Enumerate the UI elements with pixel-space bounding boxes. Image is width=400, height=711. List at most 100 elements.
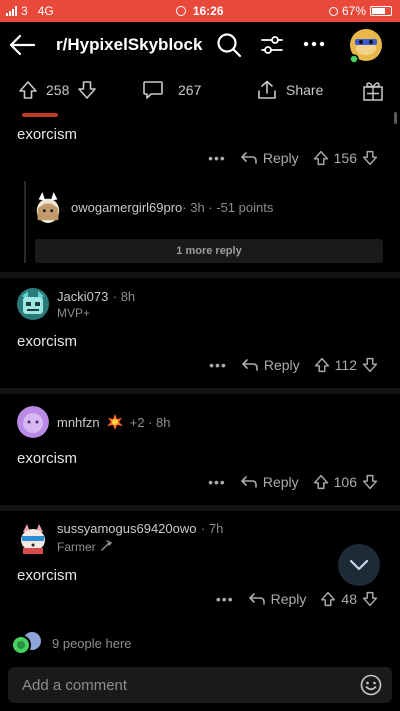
- battery-percent: 67%: [341, 4, 366, 18]
- share-button[interactable]: Share: [256, 80, 323, 100]
- reply-label: Reply: [262, 150, 299, 166]
- comment-score: 112: [334, 357, 357, 373]
- comment-divider: [0, 272, 400, 278]
- share-icon: [258, 80, 276, 99]
- post-action-bar: 258 267 Share: [0, 70, 400, 110]
- comment-user-row[interactable]: mnhfzn +2 · 8h: [17, 406, 170, 438]
- people-here-label: 9 people here: [52, 635, 132, 651]
- thread-line[interactable]: [24, 181, 26, 263]
- comment-meta: · 8h: [112, 289, 136, 304]
- comment-user-row[interactable]: Jacki073 · 8h MVP+: [17, 288, 135, 320]
- comment-bubble-icon: [143, 81, 163, 99]
- more-options-icon[interactable]: •••: [208, 474, 226, 490]
- comment-vote-group: 48: [320, 591, 378, 607]
- comment-body: exorcism: [17, 567, 78, 584]
- reply-meta: · 3h · -51 points: [182, 199, 274, 215]
- add-comment-input[interactable]: [22, 675, 342, 695]
- status-time: 16:26: [192, 4, 224, 18]
- comment-actions: ••• Reply 106: [208, 474, 378, 490]
- comment-username[interactable]: Jacki073: [57, 289, 108, 304]
- comment-body: exorcism: [17, 450, 78, 467]
- award-button[interactable]: [362, 80, 384, 102]
- user-flair: Farmer: [57, 540, 96, 554]
- subreddit-title[interactable]: r/HypixelSkyblock: [56, 35, 202, 55]
- more-replies-button[interactable]: 1 more reply: [35, 239, 383, 263]
- comment-meta: · 7h: [200, 521, 224, 536]
- search-icon[interactable]: [216, 32, 242, 58]
- reply-username[interactable]: owogamergirl69pro: [71, 200, 182, 215]
- status-bar: 3 4G 16:26 67%: [0, 0, 400, 22]
- reply-button[interactable]: Reply: [240, 474, 299, 490]
- more-options-icon[interactable]: [303, 41, 325, 47]
- scroll-indicator[interactable]: [394, 112, 397, 124]
- downvote-icon[interactable]: [362, 591, 378, 607]
- location-icon: [176, 6, 187, 16]
- post-comments-button[interactable]: 267: [142, 80, 201, 100]
- hoe-flair-icon: [101, 540, 113, 551]
- comment-user-row[interactable]: sussyamogus69420owo · 7h Farmer: [17, 520, 223, 556]
- emoji-icon[interactable]: [360, 674, 382, 696]
- downvote-icon[interactable]: [362, 357, 378, 373]
- user-avatar[interactable]: [17, 522, 49, 554]
- user-avatar[interactable]: [345, 24, 387, 66]
- comment-vote-group: 106: [313, 474, 378, 490]
- alarm-icon: [328, 6, 338, 16]
- more-options-icon[interactable]: •••: [209, 357, 227, 373]
- gift-award-icon: [363, 82, 383, 101]
- reply-button[interactable]: Reply: [248, 591, 307, 607]
- reply-user-row[interactable]: owogamergirl69pro · 3h · -51 points: [33, 190, 273, 224]
- reply-arrow-icon: [241, 152, 257, 164]
- downvote-icon[interactable]: [77, 80, 97, 100]
- comment-score: 106: [333, 474, 357, 490]
- downvote-icon[interactable]: [362, 150, 378, 166]
- upvote-icon[interactable]: [18, 80, 38, 100]
- award-badge-icon: [106, 414, 123, 430]
- comment-actions: ••• Reply 112: [209, 357, 378, 373]
- comment-username[interactable]: mnhfzn: [57, 415, 100, 430]
- downvote-icon[interactable]: [362, 474, 378, 490]
- comment-actions: ••• Reply 156: [208, 150, 378, 166]
- comment-divider: [0, 505, 400, 511]
- more-options-icon[interactable]: •••: [216, 591, 234, 607]
- comment-actions: ••• Reply 48: [216, 591, 378, 607]
- presence-avatars-icon: [11, 632, 41, 655]
- upvote-icon[interactable]: [313, 150, 329, 166]
- post-comment-count: 267: [178, 82, 202, 98]
- reply-label: Reply: [262, 474, 299, 490]
- reply-button[interactable]: Reply: [240, 150, 299, 166]
- user-avatar[interactable]: [17, 406, 49, 438]
- user-flair: MVP+: [57, 306, 91, 320]
- reply-button[interactable]: Reply: [241, 357, 300, 373]
- reply-label: Reply: [270, 591, 307, 607]
- comment-score: 156: [333, 150, 357, 166]
- upvote-icon[interactable]: [313, 474, 329, 490]
- more-options-icon[interactable]: •••: [208, 150, 226, 166]
- comment-1-avatar-fragment: [22, 113, 58, 117]
- user-avatar[interactable]: [33, 190, 63, 224]
- comment-vote-group: 156: [313, 150, 378, 166]
- post-upvote-count: 258: [46, 82, 70, 98]
- upvote-icon[interactable]: [314, 357, 330, 373]
- sort-filter-icon[interactable]: [260, 34, 284, 56]
- post-vote-group: 258: [18, 80, 97, 100]
- comment-divider: [0, 388, 400, 394]
- back-arrow-icon[interactable]: [8, 33, 36, 57]
- comment-body: exorcism: [17, 333, 78, 350]
- comment-score: 48: [341, 591, 357, 607]
- upvote-icon[interactable]: [320, 591, 336, 607]
- comment-vote-group: 112: [314, 357, 378, 373]
- user-avatar[interactable]: [17, 288, 49, 320]
- share-label: Share: [286, 82, 324, 98]
- comment-composer[interactable]: [8, 667, 392, 703]
- reply-label: Reply: [263, 357, 300, 373]
- status-right: 67%: [328, 4, 392, 18]
- reply-arrow-icon: [241, 476, 257, 488]
- people-here-indicator[interactable]: 9 people here: [10, 631, 132, 655]
- comment-body: exorcism: [17, 126, 78, 143]
- comment-meta: +2 · 8h: [129, 414, 171, 430]
- comment-username[interactable]: sussyamogus69420owo: [57, 521, 196, 536]
- chevron-down-icon: [349, 559, 369, 571]
- reply-arrow-icon: [242, 359, 258, 371]
- scroll-down-button[interactable]: [338, 544, 380, 586]
- app-header: r/HypixelSkyblock: [0, 22, 400, 68]
